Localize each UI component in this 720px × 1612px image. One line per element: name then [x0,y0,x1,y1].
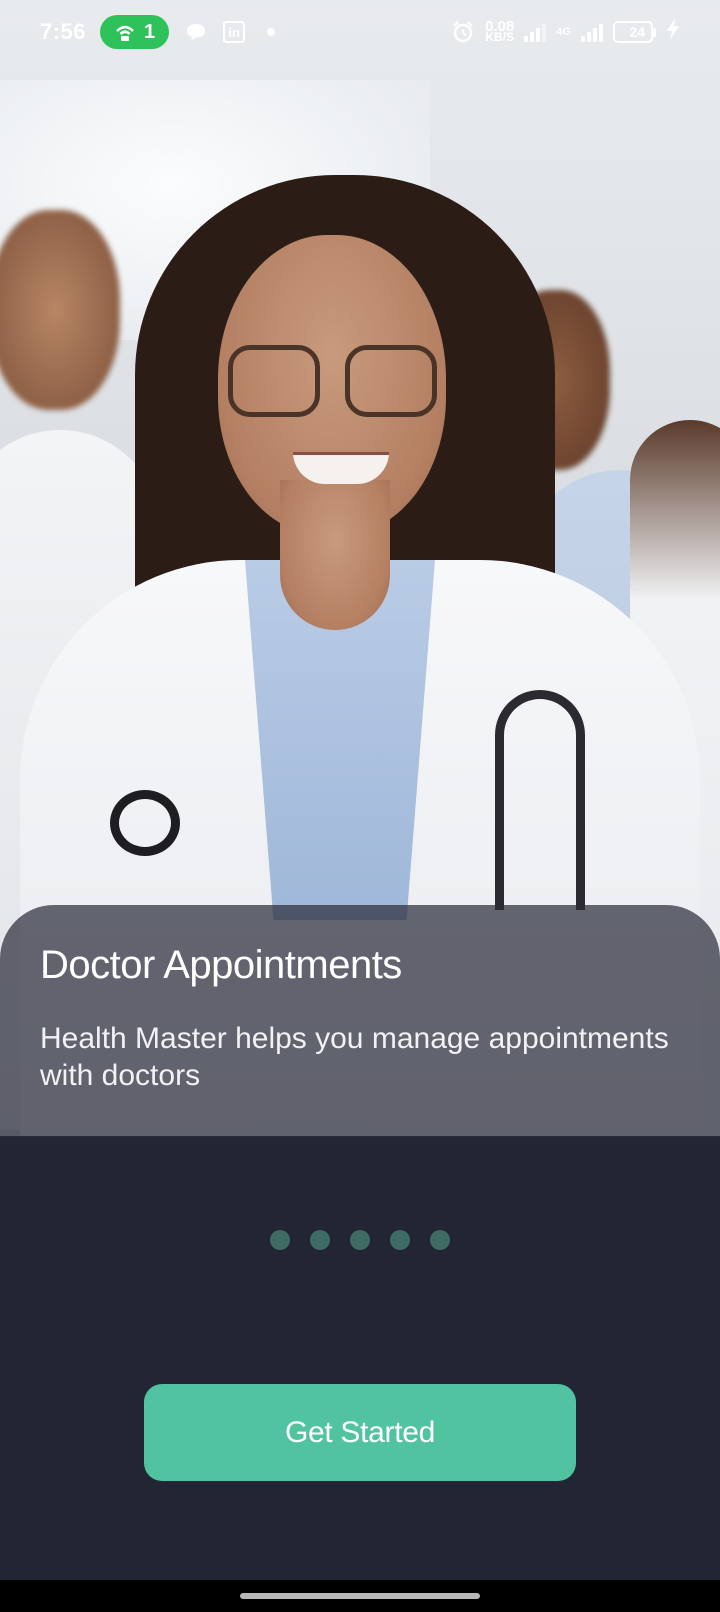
page-dot[interactable] [310,1230,330,1250]
stethoscope [110,790,180,856]
hotspot-icon [116,25,134,41]
onboarding-title: Doctor Appointments [40,943,402,987]
stethoscope-tube [495,690,585,910]
notification-dot [267,28,276,36]
battery-level: 24 [629,24,646,40]
linkedin-icon-text: in [223,21,246,43]
linkedin-icon: in [223,21,246,43]
onboarding-card: Doctor Appointments Health Master helps … [0,905,720,1137]
page-dot[interactable] [430,1230,450,1250]
hotspot-badge: 1 [100,15,170,49]
onboarding-description: Health Master helps you manage appointme… [40,1022,669,1092]
signal-icon-2 [581,22,603,42]
home-gesture-handle[interactable] [240,1593,480,1599]
battery-icon: 24 [613,21,656,43]
network-speed-unit: KB/S [485,30,515,44]
get-started-button[interactable]: Get Started [144,1384,576,1481]
system-navigation-bar [0,1580,720,1612]
chat-bubble-icon [185,22,207,42]
status-right: 0.08 KB/S 4G 24 [451,18,680,46]
status-bar: 7:56 1 in 0.08 KB/S 4G 24 [0,0,720,64]
charging-icon [666,18,680,46]
doctor-glasses-left [228,345,320,417]
page-dot[interactable] [270,1230,290,1250]
signal-icon [524,22,547,42]
hotspot-count: 1 [144,20,156,43]
alarm-icon [453,21,473,43]
page-indicator [0,1230,720,1250]
page-dot[interactable] [390,1230,410,1250]
network-speed: 0.08 KB/S [485,19,515,44]
status-time: 7:56 [40,19,87,44]
network-type: 4G [556,26,571,38]
doctor-glasses-right [345,345,437,417]
page-dot[interactable] [350,1230,370,1250]
doctor-neck [280,480,390,630]
background-doctor-left [0,210,120,410]
